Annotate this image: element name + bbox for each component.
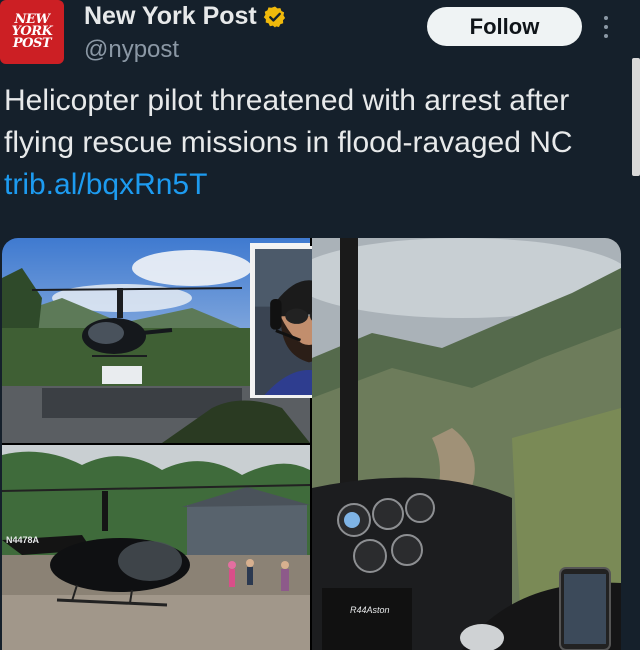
scrollbar[interactable] xyxy=(632,58,640,176)
tweet-header: NEW YORK POST New York Post @nypost Foll… xyxy=(0,0,630,72)
avatar[interactable]: NEW YORK POST xyxy=(0,0,64,64)
helicopter-on-gravel-photo[interactable]: N4478A xyxy=(2,445,310,650)
helicopter-tail-number: N4478A xyxy=(6,535,40,545)
avatar-text-line-3: POST xyxy=(12,36,52,51)
tweet-link[interactable]: trib.al/bqxRn5T xyxy=(4,168,207,201)
tweet-text: Helicopter pilot threatened with arrest … xyxy=(4,80,604,206)
media-grid[interactable]: N4478A R44Aston xyxy=(2,238,621,650)
cockpit-view-over-flooded-valley-photo[interactable]: R44Aston xyxy=(312,238,621,650)
tweet-body: Helicopter pilot threatened with arrest … xyxy=(4,84,573,159)
cockpit-panel-label: R44Aston xyxy=(350,605,390,615)
display-name[interactable]: New York Post xyxy=(84,2,257,31)
more-vertical-icon[interactable] xyxy=(596,12,616,42)
verified-badge-icon xyxy=(263,6,285,27)
follow-button[interactable]: Follow xyxy=(427,7,582,46)
name-row: New York Post xyxy=(84,2,287,31)
account-handle[interactable]: @nypost xyxy=(84,36,179,64)
